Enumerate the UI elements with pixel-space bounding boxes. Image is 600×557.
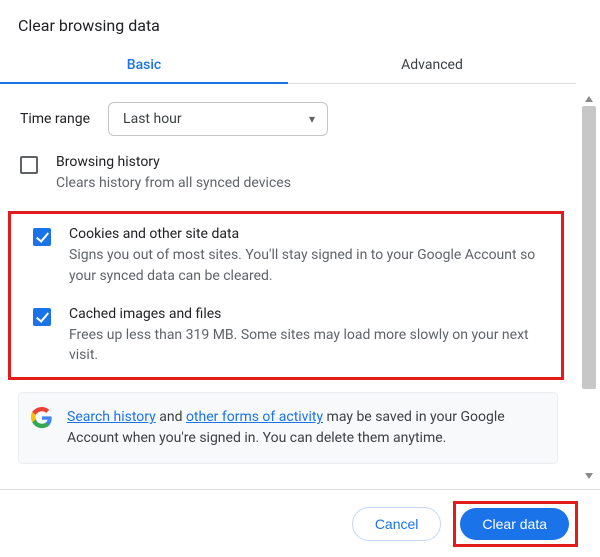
time-range-row: Time range Last hour ▾ [0, 86, 576, 144]
google-account-notice: Search history and other forms of activi… [18, 392, 558, 464]
scroll-down-icon[interactable] [582, 469, 596, 483]
clear-data-button[interactable]: Clear data [460, 508, 569, 540]
google-logo-icon [31, 407, 53, 429]
highlight-annotation: Clear data [453, 501, 578, 547]
highlight-annotation: Cookies and other site data Signs you ou… [8, 211, 564, 380]
dialog-footer: Cancel Clear data [0, 489, 600, 557]
link-other-activity[interactable]: other forms of activity [186, 409, 323, 425]
checkbox-cached[interactable] [33, 308, 51, 326]
option-title: Browsing history [56, 154, 291, 170]
notice-text: Search history and other forms of activi… [67, 407, 545, 449]
option-desc: Signs you out of most sites. You'll stay… [69, 245, 549, 286]
option-cookies: Cookies and other site data Signs you ou… [13, 216, 559, 296]
option-title: Cached images and files [69, 306, 549, 322]
dialog-body: Time range Last hour ▾ Browsing history … [0, 86, 600, 489]
scroll-up-icon[interactable] [582, 92, 596, 106]
scrollbar[interactable] [582, 92, 596, 483]
option-browsing-history: Browsing history Clears history from all… [0, 144, 576, 203]
cancel-button[interactable]: Cancel [352, 507, 442, 541]
tab-label: Advanced [401, 57, 463, 73]
option-desc: Clears history from all synced devices [56, 173, 291, 193]
time-range-select[interactable]: Last hour ▾ [108, 102, 328, 136]
tabs: Basic Advanced [0, 45, 576, 84]
checkbox-cookies[interactable] [33, 228, 51, 246]
scrollbar-track[interactable] [582, 106, 596, 469]
scrollbar-thumb[interactable] [582, 106, 596, 389]
option-text: Cached images and files Frees up less th… [69, 306, 549, 366]
option-text: Browsing history Clears history from all… [56, 154, 291, 193]
option-text: Cookies and other site data Signs you ou… [69, 226, 549, 286]
dialog-header: Clear browsing data [0, 0, 600, 45]
clear-browsing-data-dialog: Clear browsing data Basic Advanced Time … [0, 0, 600, 557]
option-desc: Frees up less than 319 MB. Some sites ma… [69, 325, 549, 366]
dialog-title: Clear browsing data [18, 16, 582, 35]
option-cached: Cached images and files Frees up less th… [13, 296, 559, 376]
caret-down-icon: ▾ [309, 112, 315, 126]
time-range-label: Time range [20, 111, 90, 127]
link-search-history[interactable]: Search history [67, 409, 156, 425]
time-range-value: Last hour [123, 111, 182, 127]
checkbox-browsing-history[interactable] [20, 156, 38, 174]
option-title: Cookies and other site data [69, 226, 549, 242]
tab-advanced[interactable]: Advanced [288, 45, 576, 83]
tab-label: Basic [127, 57, 161, 73]
tab-basic[interactable]: Basic [0, 45, 288, 83]
notice-mid: and [156, 409, 186, 425]
